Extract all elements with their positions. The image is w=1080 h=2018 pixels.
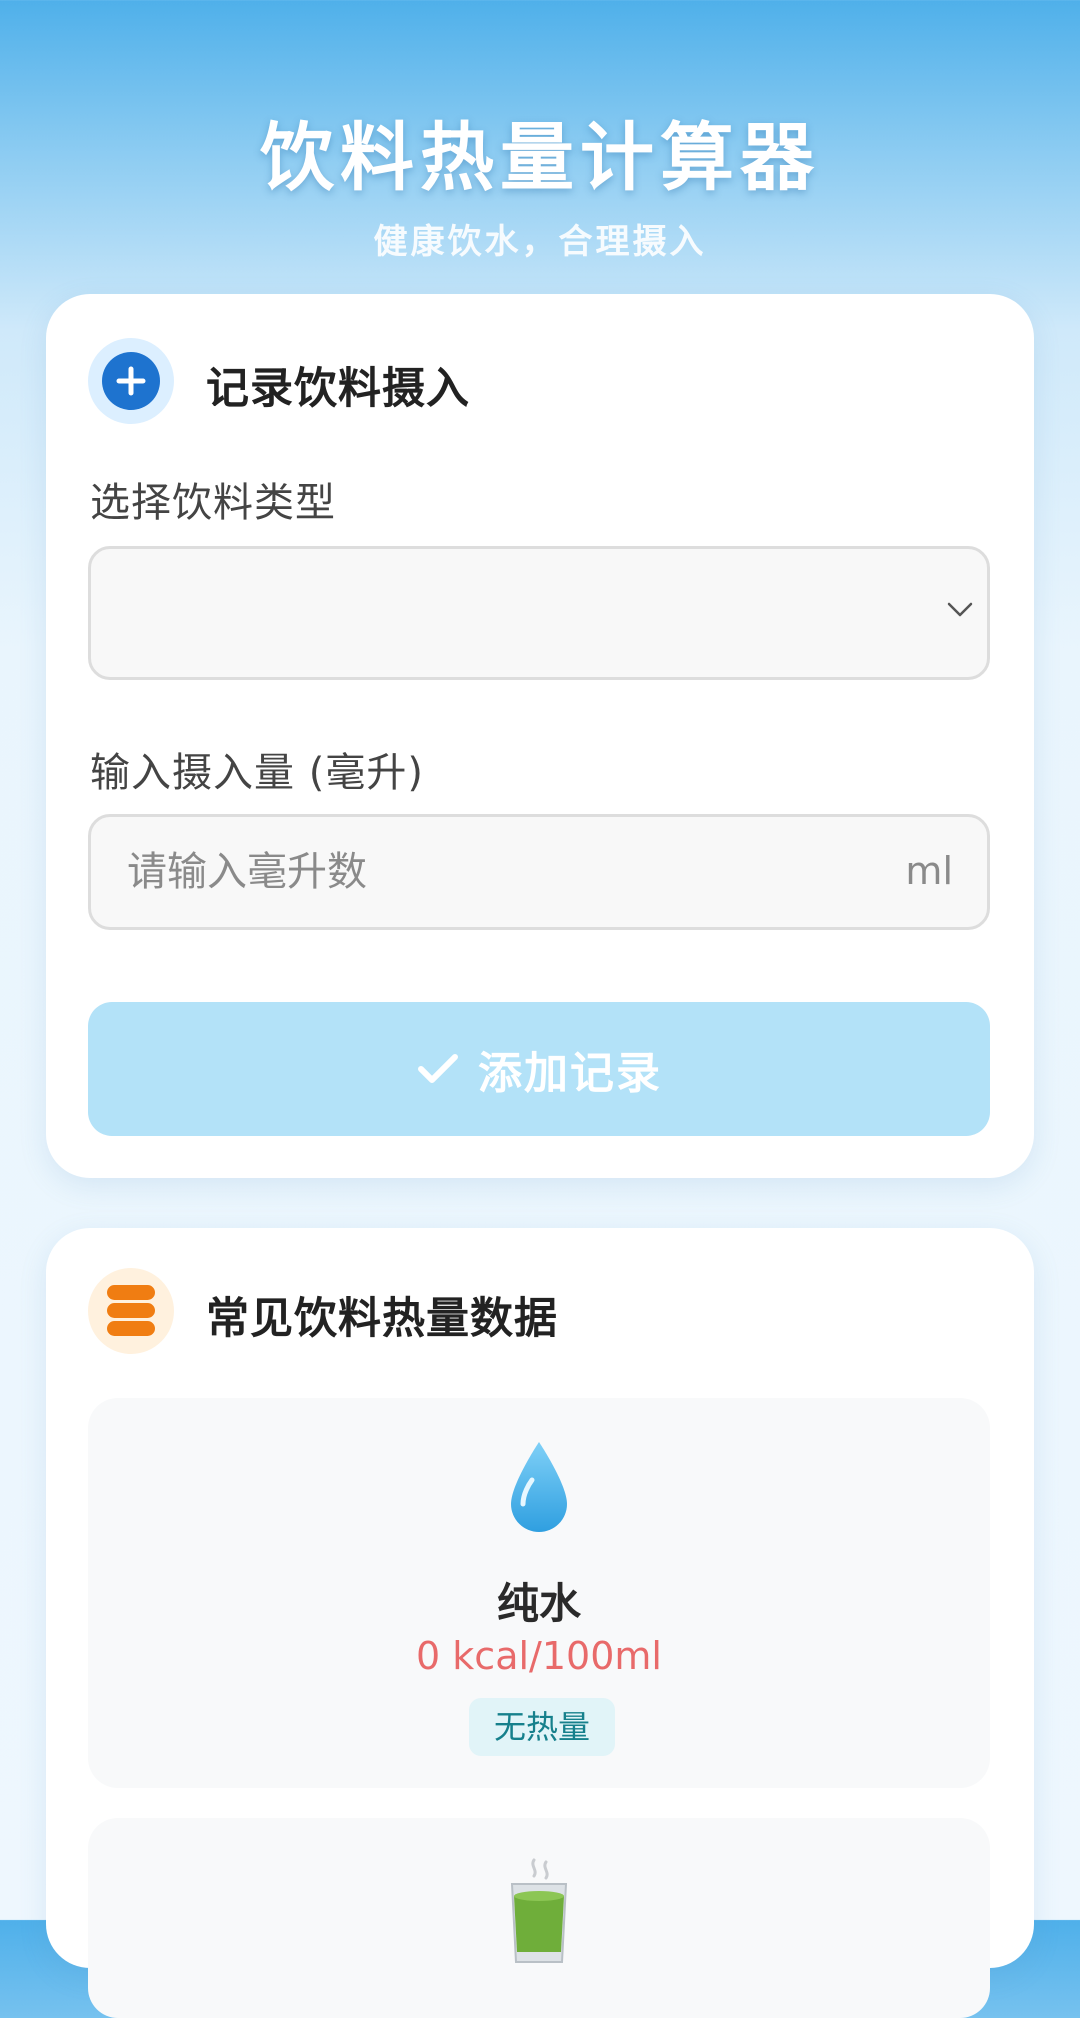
drink-type-select[interactable] <box>88 546 990 680</box>
amount-unit: ml <box>905 849 953 893</box>
add-record-label: 添加记录 <box>478 1048 662 1099</box>
data-card-title: 常见饮料热量数据 <box>206 1294 558 1344</box>
drink-calories: 0 kcal/100ml <box>416 1634 662 1678</box>
drink-type-label: 选择饮料类型 <box>90 480 336 526</box>
drink-name: 纯水 <box>496 1579 581 1628</box>
amount-input[interactable] <box>127 837 847 907</box>
plus-circle-icon <box>88 338 174 424</box>
amount-field: ml <box>88 814 990 930</box>
check-icon <box>418 1054 458 1083</box>
drink-tag: 无热量 <box>469 1698 615 1756</box>
drink-item-water[interactable]: 纯水 0 kcal/100ml 无热量 <box>88 1398 990 1788</box>
amount-label: 输入摄入量 (毫升) <box>90 750 424 796</box>
record-intake-card: 记录饮料摄入 选择饮料类型 输入摄入量 (毫升) ml 添加记录 <box>46 294 1034 1178</box>
water-drop-icon <box>511 1442 567 1532</box>
database-icon <box>88 1268 174 1354</box>
app-title: 饮料热量计算器 <box>260 115 820 201</box>
app-subtitle: 健康饮水，合理摄入 <box>373 222 707 262</box>
drink-calorie-data-card: 常见饮料热量数据 纯水 0 kcal/100ml 无热量 <box>46 1228 1034 2018</box>
drink-item-tea[interactable] <box>88 1818 990 2018</box>
tea-cup-icon <box>510 1858 568 1963</box>
add-record-button[interactable]: 添加记录 <box>88 1002 990 1136</box>
chevron-down-icon <box>947 602 973 617</box>
record-card-title: 记录饮料摄入 <box>206 364 470 414</box>
